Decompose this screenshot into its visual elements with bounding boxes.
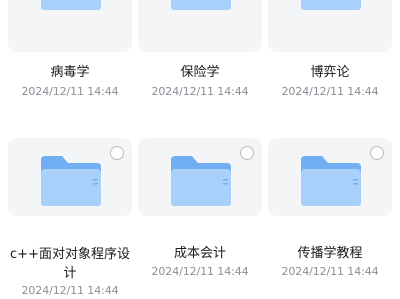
folder-icon <box>301 156 361 206</box>
file-thumbnail[interactable] <box>8 0 132 52</box>
select-radio[interactable] <box>240 146 254 160</box>
file-date: 2024/12/11 14:44 <box>21 284 119 297</box>
file-date: 2024/12/11 14:44 <box>151 265 249 278</box>
file-date: 2024/12/11 14:44 <box>151 85 249 98</box>
select-radio[interactable] <box>110 146 124 160</box>
file-name: 病毒学 <box>50 65 90 80</box>
file-name: 保险学 <box>180 65 220 80</box>
file-name: 成本会计 <box>173 246 226 261</box>
folder-icon <box>171 156 231 206</box>
file-thumbnail[interactable] <box>8 138 132 216</box>
file-name: 传播学教程 <box>297 246 363 261</box>
file-date: 2024/12/11 14:44 <box>21 85 119 98</box>
file-name: c++面对对象程序设计 <box>10 247 130 281</box>
file-date: 2024/12/11 14:44 <box>281 85 379 98</box>
folder-icon <box>301 0 361 10</box>
file-thumbnail[interactable] <box>268 138 392 216</box>
file-grid: 病毒学 2024/12/11 14:44 保险学 2024/12/11 14:4… <box>0 0 400 299</box>
file-thumbnail[interactable] <box>138 0 262 52</box>
folder-icon <box>41 156 101 206</box>
file-name: 博弈论 <box>310 65 350 80</box>
file-date: 2024/12/11 14:44 <box>281 265 379 278</box>
select-radio[interactable] <box>370 146 384 160</box>
folder-icon <box>171 0 231 10</box>
folder-icon <box>41 0 101 10</box>
file-thumbnail[interactable] <box>268 0 392 52</box>
file-thumbnail[interactable] <box>138 138 262 216</box>
